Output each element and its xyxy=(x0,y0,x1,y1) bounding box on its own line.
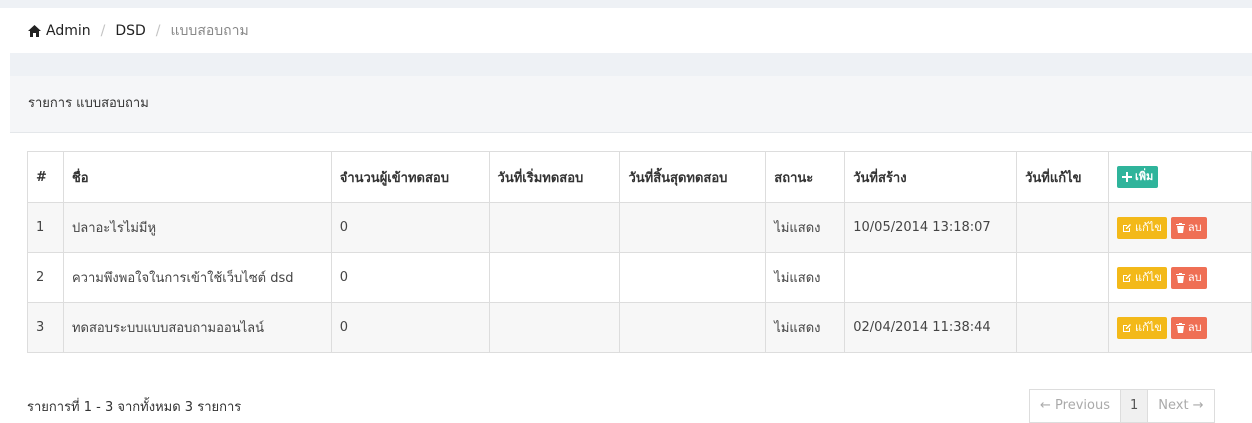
cell-actions: แก้ไข ลบ xyxy=(1108,302,1252,353)
breadcrumb-dsd[interactable]: DSD xyxy=(115,23,145,39)
breadcrumb-current: แบบสอบถาม xyxy=(170,22,249,39)
edit-icon xyxy=(1123,323,1132,332)
cell-number: 1 xyxy=(27,202,64,253)
delete-button[interactable]: ลบ xyxy=(1170,266,1207,289)
table-row: 1 ปลาอะไรไม่มีหู 0 ไม่แสดง 10/05/2014 13… xyxy=(27,202,1252,253)
trash-icon xyxy=(1175,272,1185,283)
delete-button-label: ลบ xyxy=(1187,320,1202,334)
cell-status: ไม่แสดง xyxy=(765,302,846,353)
edit-icon xyxy=(1123,273,1132,282)
page-1-button[interactable]: 1 xyxy=(1120,389,1148,423)
add-button[interactable]: เพิ่ม xyxy=(1117,166,1159,188)
column-header-end-date: วันที่สิ้นสุดทดสอบ xyxy=(619,151,767,203)
delete-button[interactable]: ลบ xyxy=(1170,216,1207,239)
add-button-label: เพิ่ม xyxy=(1135,170,1154,183)
trash-icon xyxy=(1175,322,1185,333)
column-header-participants: จำนวนผู้เข้าทดสอบ xyxy=(330,151,490,203)
delete-button-label: ลบ xyxy=(1187,220,1202,234)
edit-button-label: แก้ไข xyxy=(1135,320,1162,334)
column-header-actions: เพิ่ม xyxy=(1108,151,1252,203)
edit-button-label: แก้ไข xyxy=(1135,220,1162,234)
column-header-status: สถานะ xyxy=(765,151,846,203)
breadcrumb: Admin / DSD / แบบสอบถาม xyxy=(10,8,1252,53)
cell-status: ไม่แสดง xyxy=(765,252,846,303)
column-header-modified: วันที่แก้ไข xyxy=(1016,151,1110,203)
survey-table: # ชื่อ จำนวนผู้เข้าทดสอบ วันที่เริ่มทดสอ… xyxy=(27,151,1252,353)
panel-title: รายการ แบบสอบถาม xyxy=(10,76,1252,133)
cell-name: ทดสอบระบบแบบสอบถามออนไลน์ xyxy=(62,302,332,353)
table-header-row: # ชื่อ จำนวนผู้เข้าทดสอบ วันที่เริ่มทดสอ… xyxy=(27,151,1252,203)
column-header-name: ชื่อ xyxy=(62,151,332,203)
cell-participants: 0 xyxy=(330,252,490,303)
cell-start-date xyxy=(488,302,621,353)
breadcrumb-separator: / xyxy=(155,22,161,39)
column-header-number: # xyxy=(27,151,64,203)
delete-button[interactable]: ลบ xyxy=(1170,316,1207,339)
next-page-button[interactable]: Next → xyxy=(1147,389,1215,423)
edit-button[interactable]: แก้ไข xyxy=(1117,266,1167,289)
cell-start-date xyxy=(488,202,621,253)
breadcrumb-separator: / xyxy=(100,22,106,39)
cell-end-date xyxy=(619,302,767,353)
trash-icon xyxy=(1175,222,1185,233)
cell-participants: 0 xyxy=(330,202,490,253)
cell-participants: 0 xyxy=(330,302,490,353)
top-strip xyxy=(0,0,1252,8)
table-row: 2 ความพึงพอใจในการเข้าใช้เว็บไซต์ dsd 0 … xyxy=(27,252,1252,303)
column-header-created: วันที่สร้าง xyxy=(844,151,1018,203)
cell-end-date xyxy=(619,202,767,253)
table-row: 3 ทดสอบระบบแบบสอบถามออนไลน์ 0 ไม่แสดง 02… xyxy=(27,302,1252,353)
edit-button[interactable]: แก้ไข xyxy=(1117,316,1167,339)
home-icon xyxy=(28,24,41,37)
breadcrumb-admin[interactable]: Admin xyxy=(46,23,91,39)
plus-icon xyxy=(1122,172,1133,182)
delete-button-label: ลบ xyxy=(1187,270,1202,284)
column-header-start-date: วันที่เริ่มทดสอบ xyxy=(488,151,621,203)
cell-modified xyxy=(1016,302,1110,353)
cell-start-date xyxy=(488,252,621,303)
content-spacer xyxy=(10,53,1252,76)
cell-number: 3 xyxy=(27,302,64,353)
cell-end-date xyxy=(619,252,767,303)
cell-created: 10/05/2014 13:18:07 xyxy=(844,202,1018,253)
edit-button[interactable]: แก้ไข xyxy=(1117,216,1167,239)
cell-actions: แก้ไข ลบ xyxy=(1108,202,1252,253)
cell-name: ปลาอะไรไม่มีหู xyxy=(62,202,332,253)
cell-actions: แก้ไข ลบ xyxy=(1108,252,1252,303)
edit-button-label: แก้ไข xyxy=(1135,270,1162,284)
cell-name: ความพึงพอใจในการเข้าใช้เว็บไซต์ dsd xyxy=(62,252,332,303)
cell-status: ไม่แสดง xyxy=(765,202,846,253)
edit-icon xyxy=(1123,223,1132,232)
cell-created: 02/04/2014 11:38:44 xyxy=(844,302,1018,353)
cell-number: 2 xyxy=(27,252,64,303)
pagination: ← Previous 1 Next → xyxy=(1029,389,1215,423)
cell-created xyxy=(844,252,1018,303)
cell-modified xyxy=(1016,252,1110,303)
previous-page-button[interactable]: ← Previous xyxy=(1029,389,1121,423)
pagination-info: รายการที่ 1 - 3 จากทั้งหมด 3 รายการ xyxy=(27,400,242,415)
cell-modified xyxy=(1016,202,1110,253)
